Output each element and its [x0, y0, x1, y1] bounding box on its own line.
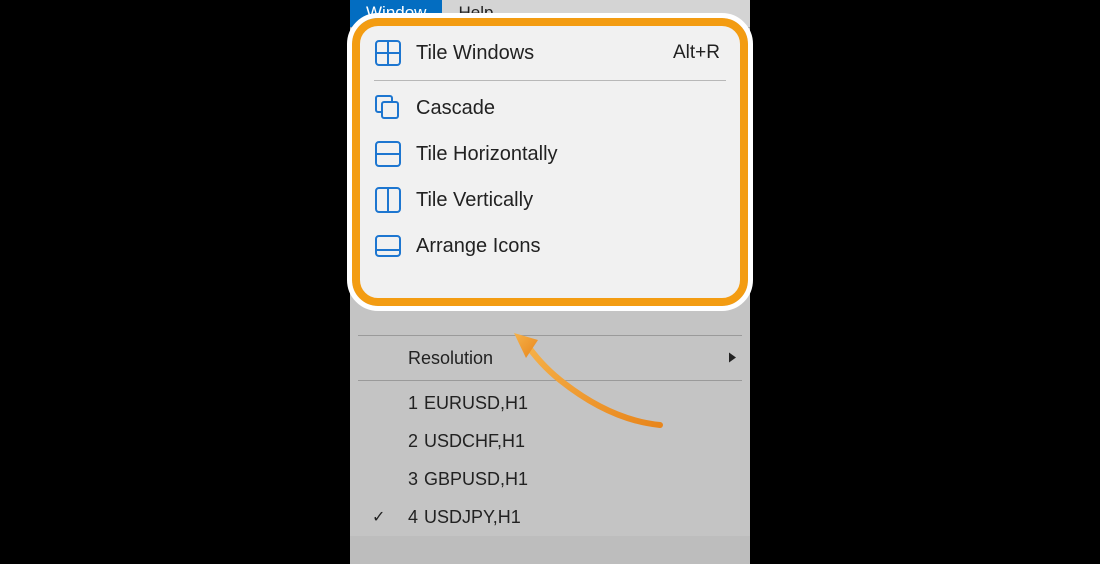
menu-item-resolution[interactable]: Resolution: [350, 339, 750, 377]
menu-item-arrange-icons[interactable]: Arrange Icons: [360, 223, 740, 269]
highlight-callout: Tile Windows Alt+R Cascade Tile Horizont…: [352, 18, 748, 306]
menu-item-window-1[interactable]: 1 EURUSD,H1: [350, 384, 750, 422]
submenu-arrow-icon: [728, 348, 738, 369]
window-number: 4: [408, 507, 418, 528]
window-number: 3: [408, 469, 418, 490]
tile-windows-icon: [374, 39, 402, 67]
menu-item-label: Tile Vertically: [416, 189, 533, 212]
menu-item-label: Arrange Icons: [416, 235, 541, 258]
menu-item-label: Resolution: [408, 348, 493, 369]
window-number: 1: [408, 393, 418, 414]
window-label: GBPUSD,H1: [424, 469, 528, 490]
dropdown-separator: [374, 80, 726, 81]
window-number: 2: [408, 431, 418, 452]
menu-item-label: Tile Horizontally: [416, 143, 558, 166]
window-label: EURUSD,H1: [424, 393, 528, 414]
tile-vertically-icon: [374, 186, 402, 214]
menu-item-shortcut: Alt+R: [673, 42, 720, 64]
menu-item-cascade[interactable]: Cascade: [360, 85, 740, 131]
tile-horizontally-icon: [374, 140, 402, 168]
menu-item-tile-vertically[interactable]: Tile Vertically: [360, 177, 740, 223]
dropdown-separator: [358, 380, 742, 381]
menu-item-label: Cascade: [416, 97, 495, 120]
window-label: USDCHF,H1: [424, 431, 525, 452]
arrange-icons-icon: [374, 232, 402, 260]
menu-item-window-2[interactable]: 2 USDCHF,H1: [350, 422, 750, 460]
menu-item-tile-windows[interactable]: Tile Windows Alt+R: [360, 30, 740, 76]
menu-item-tile-horizontally[interactable]: Tile Horizontally: [360, 131, 740, 177]
cascade-icon: [374, 94, 402, 122]
dropdown-separator: [358, 335, 742, 336]
checkmark-icon: ✓: [372, 507, 385, 527]
menu-item-window-3[interactable]: 3 GBPUSD,H1: [350, 460, 750, 498]
window-label: USDJPY,H1: [424, 507, 521, 528]
menu-item-label: Tile Windows: [416, 42, 534, 65]
menu-item-window-4[interactable]: ✓ 4 USDJPY,H1: [350, 498, 750, 536]
